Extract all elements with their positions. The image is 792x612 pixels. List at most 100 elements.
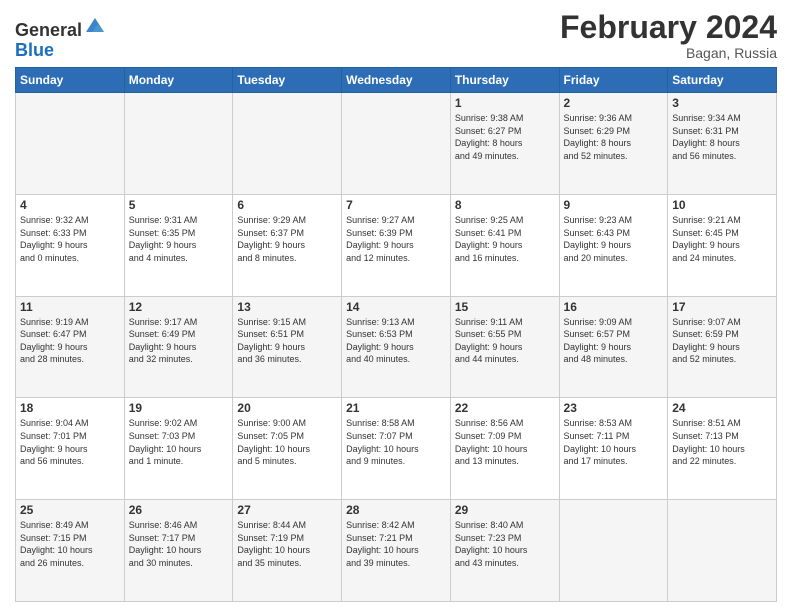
day-number: 18 <box>20 401 120 415</box>
calendar-day-cell: 27Sunrise: 8:44 AM Sunset: 7:19 PM Dayli… <box>233 500 342 602</box>
day-info: Sunrise: 9:07 AM Sunset: 6:59 PM Dayligh… <box>672 316 772 366</box>
day-info: Sunrise: 9:25 AM Sunset: 6:41 PM Dayligh… <box>455 214 555 264</box>
day-info: Sunrise: 9:27 AM Sunset: 6:39 PM Dayligh… <box>346 214 446 264</box>
calendar-day-cell: 3 Sunrise: 9:34 AM Sunset: 6:31 PM Daylig… <box>668 93 777 195</box>
day-info: Sunrise: 9:32 AM Sunset: 6:33 PM Dayligh… <box>20 214 120 264</box>
day-number: 6 <box>237 198 337 212</box>
day-number: 17 <box>672 300 772 314</box>
day-of-week-header: Wednesday <box>342 68 451 93</box>
day-number: 2 <box>564 96 664 110</box>
calendar-day-cell: 6Sunrise: 9:29 AM Sunset: 6:37 PM Daylig… <box>233 194 342 296</box>
day-number: 1 <box>455 96 555 110</box>
day-of-week-header: Monday <box>124 68 233 93</box>
calendar-week-row: 1Sunrise: 9:38 AM Sunset: 6:27 PM Daylig… <box>16 93 777 195</box>
calendar-day-cell: 10 Sunrise: 9:21 AM Sunset: 6:45 PM Dayli… <box>668 194 777 296</box>
calendar-empty-cell <box>668 500 777 602</box>
calendar-day-cell: 23 Sunrise: 8:53 AM Sunset: 7:11 PM Dayli… <box>559 398 668 500</box>
calendar-empty-cell <box>16 93 125 195</box>
day-info: Sunrise: 8:49 AM Sunset: 7:15 PM Dayligh… <box>20 519 120 569</box>
calendar-day-cell: 25 Sunrise: 8:49 AM Sunset: 7:15 PM Dayli… <box>16 500 125 602</box>
day-number: 22 <box>455 401 555 415</box>
day-of-week-header: Thursday <box>450 68 559 93</box>
calendar-day-cell: 21 Sunrise: 8:58 AM Sunset: 7:07 PM Dayli… <box>342 398 451 500</box>
day-number: 25 <box>20 503 120 517</box>
calendar-table: SundayMondayTuesdayWednesdayThursdayFrid… <box>15 67 777 602</box>
day-number: 5 <box>129 198 229 212</box>
calendar-day-cell: 1Sunrise: 9:38 AM Sunset: 6:27 PM Daylig… <box>450 93 559 195</box>
day-info: Sunrise: 9:19 AM Sunset: 6:47 PM Dayligh… <box>20 316 120 366</box>
day-number: 10 <box>672 198 772 212</box>
day-info: Sunrise: 9:04 AM Sunset: 7:01 PM Dayligh… <box>20 417 120 467</box>
day-info: Sunrise: 9:09 AM Sunset: 6:57 PM Dayligh… <box>564 316 664 366</box>
day-info: Sunrise: 9:34 AM Sunset: 6:31 PM Dayligh… <box>672 112 772 162</box>
calendar-week-row: 4 Sunrise: 9:32 AM Sunset: 6:33 PM Daylig… <box>16 194 777 296</box>
day-info: Sunrise: 8:44 AM Sunset: 7:19 PM Dayligh… <box>237 519 337 569</box>
calendar-day-cell: 13 Sunrise: 9:15 AM Sunset: 6:51 PM Dayli… <box>233 296 342 398</box>
header: General Blue February 2024 Bagan, Russia <box>15 10 777 61</box>
calendar-day-cell: 29 Sunrise: 8:40 AM Sunset: 7:23 PM Dayli… <box>450 500 559 602</box>
day-info: Sunrise: 8:53 AM Sunset: 7:11 PM Dayligh… <box>564 417 664 467</box>
title-block: February 2024 Bagan, Russia <box>560 10 777 61</box>
calendar-day-cell: 20 Sunrise: 9:00 AM Sunset: 7:05 PM Dayli… <box>233 398 342 500</box>
day-number: 3 <box>672 96 772 110</box>
calendar-day-cell: 26Sunrise: 8:46 AM Sunset: 7:17 PM Dayli… <box>124 500 233 602</box>
day-number: 29 <box>455 503 555 517</box>
day-number: 15 <box>455 300 555 314</box>
day-number: 13 <box>237 300 337 314</box>
day-info: Sunrise: 9:31 AM Sunset: 6:35 PM Dayligh… <box>129 214 229 264</box>
month-year-title: February 2024 <box>560 10 777 45</box>
day-number: 8 <box>455 198 555 212</box>
calendar-day-cell: 19Sunrise: 9:02 AM Sunset: 7:03 PM Dayli… <box>124 398 233 500</box>
logo-general-text: General <box>15 20 82 40</box>
day-info: Sunrise: 8:42 AM Sunset: 7:21 PM Dayligh… <box>346 519 446 569</box>
calendar-week-row: 18 Sunrise: 9:04 AM Sunset: 7:01 PM Dayli… <box>16 398 777 500</box>
day-number: 9 <box>564 198 664 212</box>
calendar-empty-cell <box>233 93 342 195</box>
calendar-header-row: SundayMondayTuesdayWednesdayThursdayFrid… <box>16 68 777 93</box>
calendar-week-row: 11Sunrise: 9:19 AM Sunset: 6:47 PM Dayli… <box>16 296 777 398</box>
day-info: Sunrise: 8:56 AM Sunset: 7:09 PM Dayligh… <box>455 417 555 467</box>
day-info: Sunrise: 8:51 AM Sunset: 7:13 PM Dayligh… <box>672 417 772 467</box>
location-title: Bagan, Russia <box>560 45 777 61</box>
calendar-day-cell: 14 Sunrise: 9:13 AM Sunset: 6:53 PM Dayli… <box>342 296 451 398</box>
calendar-day-cell: 24Sunrise: 8:51 AM Sunset: 7:13 PM Dayli… <box>668 398 777 500</box>
day-info: Sunrise: 9:36 AM Sunset: 6:29 PM Dayligh… <box>564 112 664 162</box>
logo: General Blue <box>15 14 106 61</box>
calendar-day-cell: 11Sunrise: 9:19 AM Sunset: 6:47 PM Dayli… <box>16 296 125 398</box>
day-info: Sunrise: 9:23 AM Sunset: 6:43 PM Dayligh… <box>564 214 664 264</box>
day-number: 21 <box>346 401 446 415</box>
day-info: Sunrise: 9:11 AM Sunset: 6:55 PM Dayligh… <box>455 316 555 366</box>
calendar-day-cell: 12Sunrise: 9:17 AM Sunset: 6:49 PM Dayli… <box>124 296 233 398</box>
calendar-empty-cell <box>124 93 233 195</box>
day-info: Sunrise: 9:02 AM Sunset: 7:03 PM Dayligh… <box>129 417 229 467</box>
day-info: Sunrise: 9:00 AM Sunset: 7:05 PM Dayligh… <box>237 417 337 467</box>
logo-blue-text: Blue <box>15 40 54 60</box>
day-of-week-header: Saturday <box>668 68 777 93</box>
day-number: 14 <box>346 300 446 314</box>
page: General Blue February 2024 Bagan, Russia… <box>0 0 792 612</box>
day-info: Sunrise: 8:58 AM Sunset: 7:07 PM Dayligh… <box>346 417 446 467</box>
day-info: Sunrise: 8:40 AM Sunset: 7:23 PM Dayligh… <box>455 519 555 569</box>
day-info: Sunrise: 8:46 AM Sunset: 7:17 PM Dayligh… <box>129 519 229 569</box>
day-info: Sunrise: 9:13 AM Sunset: 6:53 PM Dayligh… <box>346 316 446 366</box>
calendar-day-cell: 7 Sunrise: 9:27 AM Sunset: 6:39 PM Daylig… <box>342 194 451 296</box>
calendar-week-row: 25 Sunrise: 8:49 AM Sunset: 7:15 PM Dayli… <box>16 500 777 602</box>
day-info: Sunrise: 9:15 AM Sunset: 6:51 PM Dayligh… <box>237 316 337 366</box>
calendar-day-cell: 5 Sunrise: 9:31 AM Sunset: 6:35 PM Daylig… <box>124 194 233 296</box>
calendar-day-cell: 18 Sunrise: 9:04 AM Sunset: 7:01 PM Dayli… <box>16 398 125 500</box>
day-info: Sunrise: 9:17 AM Sunset: 6:49 PM Dayligh… <box>129 316 229 366</box>
calendar-day-cell: 2 Sunrise: 9:36 AM Sunset: 6:29 PM Daylig… <box>559 93 668 195</box>
calendar-empty-cell <box>342 93 451 195</box>
calendar-day-cell: 9 Sunrise: 9:23 AM Sunset: 6:43 PM Daylig… <box>559 194 668 296</box>
calendar-day-cell: 17 Sunrise: 9:07 AM Sunset: 6:59 PM Dayli… <box>668 296 777 398</box>
day-info: Sunrise: 9:21 AM Sunset: 6:45 PM Dayligh… <box>672 214 772 264</box>
day-number: 28 <box>346 503 446 517</box>
calendar-day-cell: 8 Sunrise: 9:25 AM Sunset: 6:41 PM Daylig… <box>450 194 559 296</box>
day-number: 4 <box>20 198 120 212</box>
day-of-week-header: Sunday <box>16 68 125 93</box>
day-number: 23 <box>564 401 664 415</box>
day-number: 20 <box>237 401 337 415</box>
calendar-day-cell: 4 Sunrise: 9:32 AM Sunset: 6:33 PM Daylig… <box>16 194 125 296</box>
logo-icon <box>84 14 106 36</box>
day-number: 7 <box>346 198 446 212</box>
